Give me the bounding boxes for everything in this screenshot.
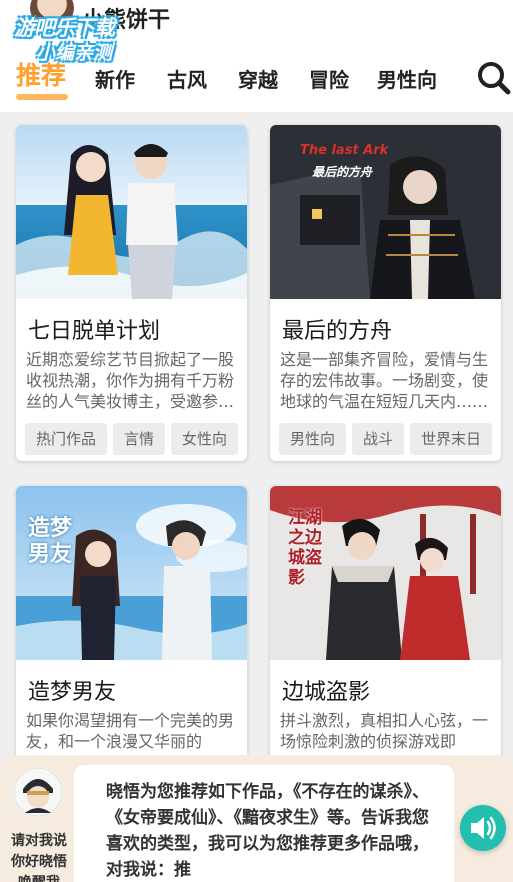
tab-ancient[interactable]: 古风 <box>167 64 207 93</box>
tag[interactable]: 男性向 <box>279 423 347 455</box>
story-description: 近期恋爱综艺节目掀起了一股收视热潮，你作为拥有千万粉丝的人气美妆博主，受邀参加…… <box>26 350 235 411</box>
wake-word-hint: 请对我说你好晓悟唤醒我 <box>11 833 67 882</box>
tag[interactable]: 世界末日 <box>410 423 493 455</box>
tag[interactable]: 战斗 <box>352 423 405 455</box>
active-tab-indicator <box>16 94 68 100</box>
category-tabs: 推荐 新作 古风 穿越 冒险 男性向 <box>0 52 513 102</box>
search-icon[interactable] <box>476 60 512 96</box>
story-card[interactable]: The last Ark 最后的方舟 最后的方舟 这是一部集齐冒险，爱情与生存的… <box>270 125 501 461</box>
story-cover-image <box>16 125 247 299</box>
tab-male-oriented[interactable]: 男性向 <box>377 64 437 93</box>
story-card[interactable]: 七日脱单计划 近期恋爱综艺节目掀起了一股收视热潮，你作为拥有千万粉丝的人气美妆博… <box>16 125 247 461</box>
speaker-icon[interactable] <box>460 805 506 851</box>
story-title: 边城盗影 <box>282 680 371 705</box>
tag[interactable]: 言情 <box>113 423 166 455</box>
tab-time-travel[interactable]: 穿越 <box>238 64 278 93</box>
cover-caption-en: The last Ark <box>300 143 389 158</box>
story-title: 七日脱单计划 <box>28 319 161 344</box>
story-cover-image: The last Ark 最后的方舟 <box>270 125 501 299</box>
tag[interactable]: 热门作品 <box>25 423 108 455</box>
assistant-mascot-avatar[interactable] <box>13 767 63 817</box>
app-title: 小熊饼干 <box>82 8 171 33</box>
story-cover-image: 江湖之边城盗影 <box>270 486 501 660</box>
tab-adventure[interactable]: 冒险 <box>309 64 349 93</box>
story-cover-image: 造梦男友 <box>16 486 247 660</box>
tag-list: 男性向 战斗 世界末日 <box>279 423 493 455</box>
tab-new[interactable]: 新作 <box>95 64 135 93</box>
tag-list: 热门作品 言情 女性向 <box>25 423 239 455</box>
assistant-message: 晓悟为您推荐如下作品，《不存在的谋杀》、《女帝要成仙》、《黯夜求生》等。告诉我您… <box>74 765 454 882</box>
cover-caption-cn: 造梦男友 <box>28 516 73 567</box>
story-title: 造梦男友 <box>28 680 117 705</box>
story-title: 最后的方舟 <box>282 319 393 344</box>
tab-recommend[interactable]: 推荐 <box>16 56 66 92</box>
app-avatar[interactable] <box>30 0 74 28</box>
top-header: 小熊饼干 游吧乐下载 小编亲测 推荐 新作 古风 穿越 冒险 男性向 <box>0 0 513 112</box>
cover-caption-cn: 最后的方舟 <box>312 165 373 179</box>
tag[interactable]: 女性向 <box>171 423 239 455</box>
voice-assistant-panel: 请对我说你好晓悟唤醒我 晓悟为您推荐如下作品，《不存在的谋杀》、《女帝要成仙》、… <box>0 755 513 882</box>
story-description: 这是一部集齐冒险，爱情与生存的宏伟故事。一场剧变，使地球的气温在短短几天内…… <box>280 350 489 411</box>
cover-caption-cn: 江湖之边城盗影 <box>288 508 322 588</box>
